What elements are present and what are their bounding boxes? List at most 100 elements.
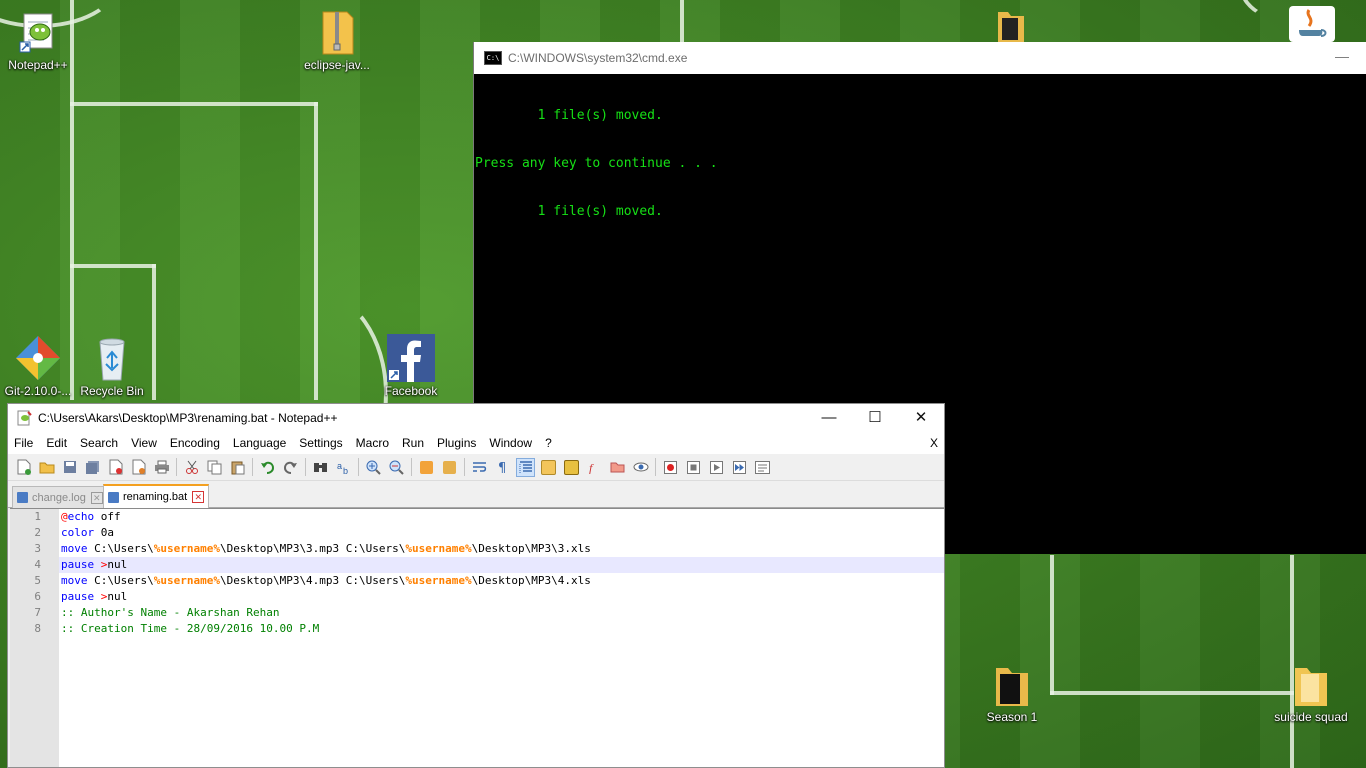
open-file-icon[interactable]	[37, 458, 56, 477]
zoom-out-icon[interactable]	[387, 458, 406, 477]
desktop-icon-java[interactable]	[1286, 6, 1338, 44]
copy-icon[interactable]	[205, 458, 224, 477]
console-line: 1 file(s) moved.	[475, 108, 663, 123]
menu-language[interactable]: Language	[227, 436, 293, 450]
code-keyword: pause	[61, 590, 95, 603]
code-variable: %username%	[153, 574, 220, 587]
close-all-icon[interactable]	[129, 458, 148, 477]
word-wrap-icon[interactable]	[470, 458, 489, 477]
code-line[interactable]: :: Author's Name - Akarshan Rehan	[59, 605, 944, 621]
desktop-icon-recycle-bin[interactable]: Recycle Bin	[74, 334, 150, 398]
function-list-icon[interactable]: f	[585, 458, 604, 477]
find-icon[interactable]	[311, 458, 330, 477]
desktop-icon-label: eclipse-jav...	[304, 58, 370, 72]
folder-icon	[996, 8, 1026, 42]
code-line[interactable]: color 0a	[59, 525, 944, 541]
minimize-button[interactable]: —	[1335, 48, 1349, 64]
code-line[interactable]: pause >nul	[59, 589, 944, 605]
new-file-icon[interactable]	[14, 458, 33, 477]
menu-window[interactable]: Window	[483, 436, 539, 450]
indent-guide-icon[interactable]	[516, 457, 535, 477]
tab-change-log[interactable]: change.log ✕	[12, 486, 108, 508]
menu-run[interactable]: Run	[396, 436, 431, 450]
redo-icon[interactable]	[281, 458, 300, 477]
code-text-area[interactable]: @echo off color 0a move C:\Users\%userna…	[59, 509, 944, 637]
desktop-icon-git[interactable]: Git-2.10.0-...	[0, 334, 76, 398]
java-icon	[1289, 6, 1335, 42]
line-number: 6	[34, 590, 41, 603]
minimize-button[interactable]: —	[806, 404, 852, 432]
tab-renaming-bat[interactable]: renaming.bat ✕	[103, 484, 210, 508]
user-defined-language-icon[interactable]	[539, 458, 558, 477]
save-icon[interactable]	[60, 458, 79, 477]
document-tab-bar: change.log ✕ renaming.bat ✕	[8, 481, 944, 508]
toolbar-separator	[176, 458, 177, 476]
desktop-icon-folder-top[interactable]	[985, 8, 1037, 44]
sync-vertical-icon[interactable]	[417, 458, 436, 477]
menu-edit[interactable]: Edit	[40, 436, 74, 450]
notepadpp-app-icon	[16, 410, 32, 426]
menu-help[interactable]: ?	[539, 436, 559, 450]
recycle-bin-icon	[88, 334, 136, 382]
playback-macro-icon[interactable]	[707, 458, 726, 477]
code-editor[interactable]: 1 2 3 4 5 6 7 8 @echo off color 0a move …	[10, 508, 944, 767]
desktop-icon-notepadpp[interactable]: Notepad++	[0, 8, 76, 72]
desktop-icon-suicide-squad[interactable]: suicide squad	[1273, 664, 1349, 724]
paste-icon[interactable]	[228, 458, 247, 477]
svg-text:¶: ¶	[498, 461, 506, 474]
notepadpp-window[interactable]: C:\Users\Akars\Desktop\MP3\renaming.bat …	[7, 403, 945, 768]
npp-titlebar[interactable]: C:\Users\Akars\Desktop\MP3\renaming.bat …	[8, 404, 944, 432]
menu-macro[interactable]: Macro	[350, 436, 396, 450]
sync-horizontal-icon[interactable]	[440, 458, 459, 477]
code-line[interactable]: :: Creation Time - 28/09/2016 10.00 P.M	[59, 621, 944, 637]
code-text: \Desktop\MP3\4.mp3 C:\Users\	[219, 574, 406, 587]
close-file-icon[interactable]	[106, 458, 125, 477]
facebook-icon	[387, 334, 435, 382]
folder-as-workspace-icon[interactable]	[608, 458, 627, 477]
code-keyword: pause	[61, 558, 95, 571]
code-line[interactable]: move C:\Users\%username%\Desktop\MP3\3.m…	[59, 541, 944, 557]
monitoring-icon[interactable]	[631, 458, 650, 477]
menu-encoding[interactable]: Encoding	[164, 436, 227, 450]
pitch-line	[70, 102, 318, 106]
code-line[interactable]: move C:\Users\%username%\Desktop\MP3\4.m…	[59, 573, 944, 589]
save-macro-icon[interactable]	[753, 458, 772, 477]
cmd-titlebar[interactable]: C:\ C:\WINDOWS\system32\cmd.exe —	[474, 42, 1366, 74]
console-output[interactable]: 1 file(s) moved. Press any key to contin…	[474, 74, 1366, 252]
tab-close-icon[interactable]: ✕	[192, 491, 205, 503]
save-all-icon[interactable]	[83, 458, 102, 477]
desktop-icon-facebook[interactable]: Facebook	[373, 334, 449, 398]
pitch-line	[70, 264, 156, 268]
code-line[interactable]: @echo off	[59, 509, 944, 525]
tab-close-icon[interactable]: ✕	[90, 491, 103, 504]
toolbar-separator	[411, 458, 412, 476]
menu-plugins[interactable]: Plugins	[431, 436, 483, 450]
menu-search[interactable]: Search	[74, 436, 125, 450]
run-macro-multiple-icon[interactable]	[730, 458, 749, 477]
desktop-icon-label: Facebook	[384, 384, 438, 398]
document-map-icon[interactable]	[562, 458, 581, 477]
line-number-gutter: 1 2 3 4 5 6 7 8	[10, 509, 59, 767]
zoom-in-icon[interactable]	[364, 458, 383, 477]
desktop-icon-label: Git-2.10.0-...	[4, 384, 72, 398]
toolbar-separator	[655, 458, 656, 476]
console-line: 1 file(s) moved.	[475, 204, 663, 219]
record-macro-icon[interactable]	[661, 458, 680, 477]
show-all-characters-icon[interactable]: ¶	[493, 458, 512, 477]
undo-icon[interactable]	[258, 458, 277, 477]
code-text: 0a	[94, 526, 114, 539]
print-icon[interactable]	[152, 458, 171, 477]
menu-view[interactable]: View	[125, 436, 164, 450]
stop-recording-icon[interactable]	[684, 458, 703, 477]
close-button[interactable]: ✕	[898, 404, 944, 432]
menu-file[interactable]: File	[8, 436, 40, 450]
close-document-button[interactable]: X	[930, 436, 938, 450]
desktop-icon-eclipse-zip[interactable]: eclipse-jav...	[299, 8, 375, 72]
cut-icon[interactable]	[182, 458, 201, 477]
code-line-current[interactable]: pause >nul	[59, 557, 944, 573]
pitch-line	[1050, 691, 1294, 695]
menu-settings[interactable]: Settings	[293, 436, 349, 450]
maximize-button[interactable]: ☐	[852, 404, 898, 432]
desktop-icon-season1[interactable]: Season 1	[974, 664, 1050, 724]
replace-icon[interactable]: ab	[334, 458, 353, 477]
